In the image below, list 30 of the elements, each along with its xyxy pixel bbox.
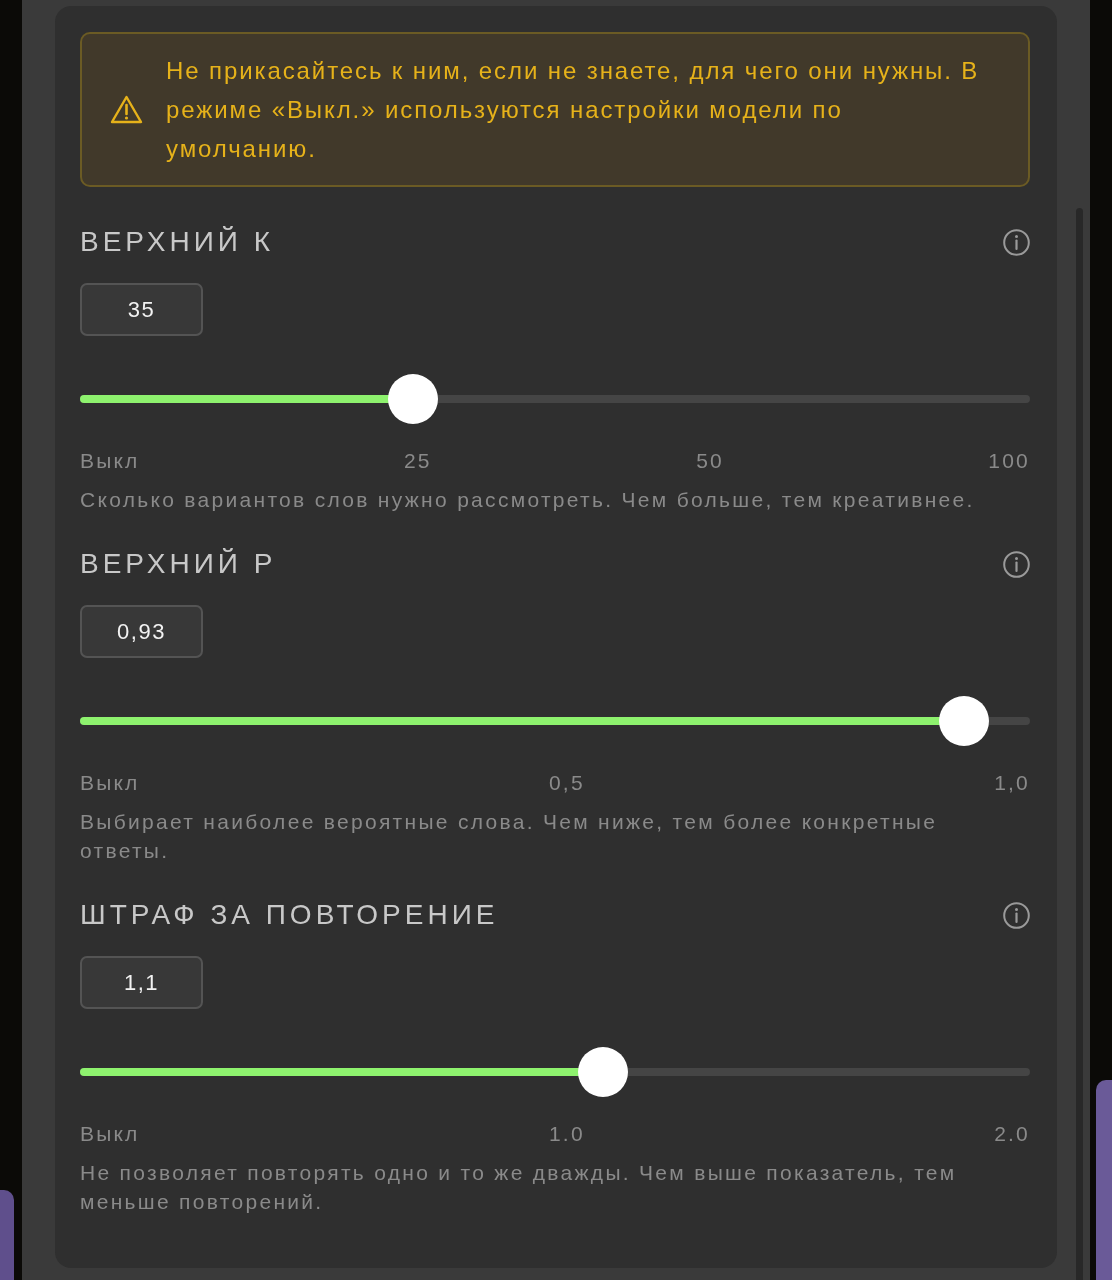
slider-thumb[interactable] <box>387 374 438 424</box>
tick-label: 100 <box>988 448 1030 474</box>
tick-label: Выкл <box>80 770 140 796</box>
warning-text: Не прикасайтесь к ним, если не знаете, для чего они нужны. В режиме «Выкл.» используются настройки модели по умолчанию. <box>166 56 981 164</box>
value-field[interactable]: 0,93 <box>80 605 203 658</box>
slider-track[interactable] <box>80 696 1030 746</box>
value-field[interactable]: 35 <box>80 283 203 336</box>
slider-thumb[interactable] <box>938 696 989 746</box>
tick-label: 25 <box>404 448 432 474</box>
slider-thumb[interactable] <box>577 1047 628 1097</box>
tick-label: 50 <box>696 448 724 474</box>
info-icon[interactable] <box>1003 901 1030 929</box>
setting-title: ШТРАФ ЗА ПОВТОРЕНИЕ <box>80 899 499 931</box>
info-icon[interactable] <box>1003 228 1030 256</box>
tick-label: 0,5 <box>549 770 585 796</box>
info-icon[interactable] <box>1003 550 1030 578</box>
setting-title: ВЕРХНИЙ Р <box>80 548 277 580</box>
setting-description: Выбирает наиболее вероятные слова. Чем ниже, тем более конкретные ответы. <box>80 809 939 864</box>
setting-description: Не позволяет повторять одно и то же дважды. Чем выше показатель, тем меньше повторений. <box>80 1160 958 1215</box>
tick-label: 1,0 <box>994 770 1030 796</box>
tick-label: Выкл <box>80 448 140 474</box>
warning-icon <box>110 95 143 124</box>
slider-track[interactable] <box>80 374 1030 424</box>
tick-label: 2.0 <box>994 1121 1030 1147</box>
tick-label: Выкл <box>80 1121 140 1147</box>
value-field[interactable]: 1,1 <box>80 956 203 1009</box>
tick-label: 1.0 <box>549 1121 585 1147</box>
setting-description: Сколько вариантов слов нужно рассмотреть. Чем больше, тем креативнее. <box>80 487 976 513</box>
slider-track[interactable] <box>80 1047 1030 1097</box>
setting-title: ВЕРХНИЙ К <box>80 226 274 258</box>
